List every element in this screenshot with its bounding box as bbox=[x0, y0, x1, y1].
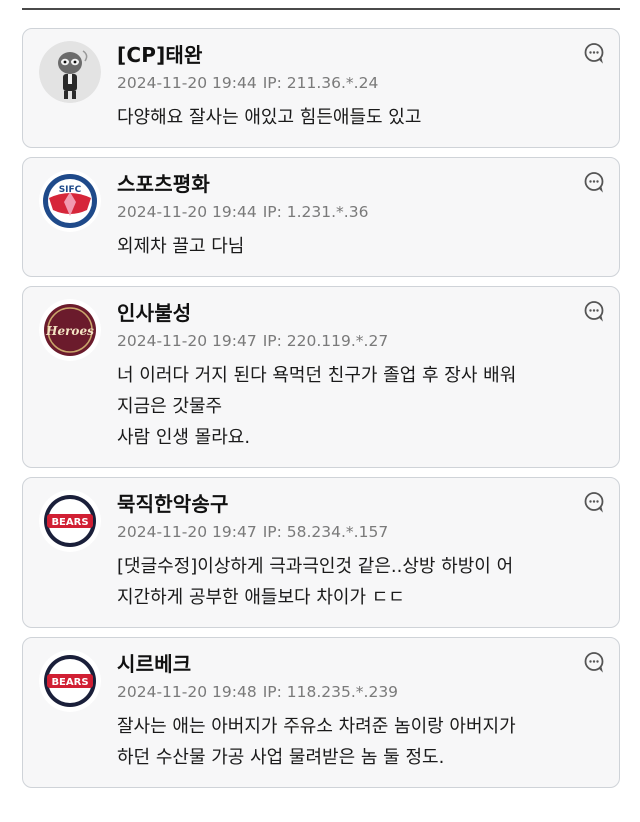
comment-ip: IP: 211.36.*.24 bbox=[262, 74, 379, 92]
top-divider bbox=[22, 8, 620, 10]
comment-card: Heroes 인사불성 2024-11-20 19:47 IP: 220.119.… bbox=[22, 286, 620, 468]
comment-meta: 2024-11-20 19:47 IP: 58.234.*.157 bbox=[117, 520, 603, 544]
comment-list: [CP]태완 2024-11-20 19:44 IP: 211.36.*.24 다… bbox=[22, 28, 620, 797]
avatar-logo-text: Heroes bbox=[45, 324, 94, 338]
reply-bubble-icon[interactable] bbox=[583, 42, 605, 64]
comment-date: 2024-11-20 19:44 bbox=[117, 74, 257, 92]
avatar-logo-text: BEARS bbox=[51, 677, 88, 688]
comment-card: BEARS 시르베크 2024-11-20 19:48 IP: 118.235.*… bbox=[22, 637, 620, 788]
heroes-logo-icon[interactable]: Heroes bbox=[39, 299, 101, 361]
comment-date: 2024-11-20 19:44 bbox=[117, 203, 257, 221]
comment-author[interactable]: [CP]태완 bbox=[117, 41, 603, 69]
avatar-logo-text: BEARS bbox=[51, 517, 88, 528]
comment-text: 외제차 끌고 다님 bbox=[117, 236, 245, 257]
reply-bubble-icon[interactable] bbox=[583, 491, 605, 513]
comment-date: 2024-11-20 19:48 bbox=[117, 683, 257, 701]
reply-bubble-icon[interactable] bbox=[583, 300, 605, 322]
comment-text: 너 이러다 거지 된다 욕먹던 친구가 졸업 후 장사 배워 지금은 갓물주 사… bbox=[117, 365, 517, 448]
reply-bubble-icon[interactable] bbox=[583, 171, 605, 193]
bears-logo-icon[interactable]: BEARS bbox=[39, 490, 101, 552]
comment-card: SIFC 스포츠평화 2024-11-20 19:44 IP: 1.231.*.3… bbox=[22, 157, 620, 277]
cartoon-character-icon[interactable] bbox=[39, 41, 101, 103]
bears-logo-icon[interactable]: BEARS bbox=[39, 650, 101, 712]
comment-card: [CP]태완 2024-11-20 19:44 IP: 211.36.*.24 다… bbox=[22, 28, 620, 148]
comment-author[interactable]: 묵직한악송구 bbox=[117, 490, 603, 518]
comment-meta: 2024-11-20 19:44 IP: 211.36.*.24 bbox=[117, 71, 603, 95]
comment-author[interactable]: 스포츠평화 bbox=[117, 170, 603, 198]
comment-text: 잘사는 애는 아버지가 주유소 차려준 놈이랑 아버지가 하던 수산물 가공 사… bbox=[117, 716, 516, 768]
comment-meta: 2024-11-20 19:47 IP: 220.119.*.27 bbox=[117, 329, 603, 353]
comment-author[interactable]: 시르베크 bbox=[117, 650, 603, 678]
comment-card: BEARS 묵직한악송구 2024-11-20 19:47 IP: 58.234.… bbox=[22, 477, 620, 628]
comment-meta: 2024-11-20 19:44 IP: 1.231.*.36 bbox=[117, 200, 603, 224]
comment-ip: IP: 1.231.*.36 bbox=[262, 203, 369, 221]
comment-text: [댓글수정]이상하게 극과극인것 같은..상방 하방이 어 지간하게 공부한 애… bbox=[117, 556, 514, 608]
comment-meta: 2024-11-20 19:48 IP: 118.235.*.239 bbox=[117, 680, 603, 704]
comment-ip: IP: 220.119.*.27 bbox=[262, 332, 389, 350]
comment-date: 2024-11-20 19:47 bbox=[117, 332, 257, 350]
comment-ip: IP: 118.235.*.239 bbox=[262, 683, 399, 701]
comment-ip: IP: 58.234.*.157 bbox=[262, 523, 389, 541]
sifc-emblem-icon[interactable]: SIFC bbox=[39, 170, 101, 232]
comment-author[interactable]: 인사불성 bbox=[117, 299, 603, 327]
avatar-logo-text: SIFC bbox=[59, 185, 82, 195]
comment-date: 2024-11-20 19:47 bbox=[117, 523, 257, 541]
comment-text: 다양해요 잘사는 애있고 힘든애들도 있고 bbox=[117, 107, 422, 128]
reply-bubble-icon[interactable] bbox=[583, 651, 605, 673]
